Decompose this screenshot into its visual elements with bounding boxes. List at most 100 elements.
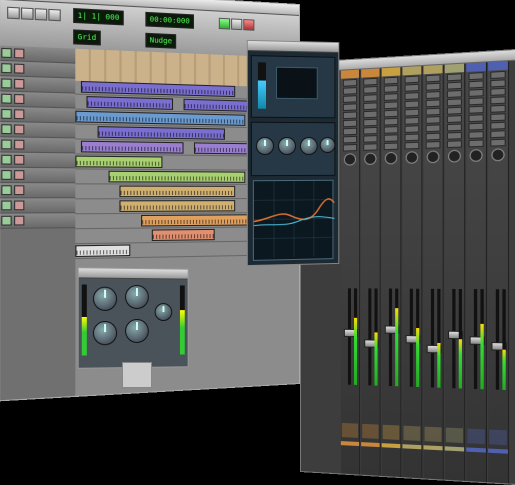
insert-slot[interactable] bbox=[490, 96, 506, 105]
pan-knob[interactable] bbox=[469, 148, 483, 163]
insert-slot[interactable] bbox=[468, 114, 484, 123]
gain-knob[interactable] bbox=[154, 303, 173, 321]
insert-slot[interactable] bbox=[446, 140, 462, 149]
attack-knob[interactable] bbox=[92, 321, 118, 346]
insert-slot[interactable] bbox=[425, 82, 441, 91]
track-header[interactable] bbox=[0, 106, 76, 124]
insert-slot[interactable] bbox=[425, 107, 441, 116]
insert-slot[interactable] bbox=[363, 135, 378, 143]
insert-slot[interactable] bbox=[446, 98, 462, 107]
solo-button[interactable] bbox=[1, 215, 12, 226]
track-nameplate[interactable] bbox=[467, 428, 485, 445]
pan-knob[interactable] bbox=[491, 148, 505, 162]
insert-slot[interactable] bbox=[468, 105, 484, 114]
insert-slot[interactable] bbox=[383, 142, 399, 151]
trim-tool-button[interactable] bbox=[20, 7, 34, 20]
mute-button[interactable] bbox=[14, 94, 25, 105]
audio-region[interactable] bbox=[141, 214, 256, 227]
insert-slot[interactable] bbox=[342, 95, 358, 103]
insert-slot[interactable] bbox=[446, 89, 462, 99]
grid-value[interactable]: Grid bbox=[73, 29, 101, 46]
insert-slot[interactable] bbox=[490, 70, 506, 80]
insert-slot[interactable] bbox=[342, 78, 358, 87]
insert-slot[interactable] bbox=[490, 87, 506, 96]
insert-slot[interactable] bbox=[342, 87, 358, 95]
solo-button[interactable] bbox=[1, 170, 12, 180]
track-nameplate[interactable] bbox=[382, 424, 400, 440]
mute-button[interactable] bbox=[14, 154, 25, 165]
mute-button[interactable] bbox=[14, 139, 25, 150]
audio-region[interactable] bbox=[80, 140, 184, 154]
insert-slot[interactable] bbox=[425, 74, 441, 83]
insert-slot[interactable] bbox=[425, 132, 441, 141]
track-nameplate[interactable] bbox=[424, 426, 442, 442]
insert-slot[interactable] bbox=[404, 83, 420, 92]
solo-button[interactable] bbox=[1, 185, 12, 196]
audio-region[interactable] bbox=[75, 155, 163, 168]
mute-button[interactable] bbox=[14, 215, 25, 226]
insert-slot[interactable] bbox=[404, 100, 420, 109]
ratio-knob[interactable] bbox=[125, 284, 149, 310]
dynamics-plugin-titlebar[interactable] bbox=[78, 268, 188, 280]
insert-slot[interactable] bbox=[342, 119, 358, 128]
insert-slot[interactable] bbox=[342, 127, 358, 136]
solo-button[interactable] bbox=[1, 124, 12, 135]
pan-knob[interactable] bbox=[384, 151, 398, 165]
audio-region[interactable] bbox=[108, 170, 246, 183]
grabber-tool-button[interactable] bbox=[48, 8, 61, 22]
insert-slot[interactable] bbox=[342, 135, 358, 144]
solo-button[interactable] bbox=[1, 108, 12, 119]
insert-slot[interactable] bbox=[404, 116, 420, 125]
insert-slot[interactable] bbox=[404, 75, 420, 84]
solo-button[interactable] bbox=[1, 47, 12, 59]
eq-plugin-titlebar[interactable] bbox=[247, 40, 339, 53]
track-nameplate[interactable] bbox=[445, 427, 464, 444]
insert-slot[interactable] bbox=[446, 73, 462, 82]
insert-slot[interactable] bbox=[363, 110, 378, 119]
insert-slot[interactable] bbox=[404, 125, 420, 134]
insert-slot[interactable] bbox=[363, 77, 378, 86]
track-header[interactable] bbox=[0, 91, 76, 109]
mute-button[interactable] bbox=[14, 78, 25, 89]
insert-slot[interactable] bbox=[468, 122, 484, 131]
solo-button[interactable] bbox=[1, 63, 12, 74]
eq-curve-graph[interactable] bbox=[253, 179, 334, 261]
insert-slot[interactable] bbox=[446, 131, 462, 140]
insert-slot[interactable] bbox=[404, 92, 420, 101]
pan-knob[interactable] bbox=[447, 149, 461, 163]
insert-slot[interactable] bbox=[404, 133, 420, 142]
solo-button[interactable] bbox=[1, 154, 12, 165]
insert-slot[interactable] bbox=[425, 141, 441, 149]
track-nameplate[interactable] bbox=[489, 429, 507, 446]
track-nameplate[interactable] bbox=[341, 422, 359, 438]
insert-slot[interactable] bbox=[383, 84, 399, 93]
track-header[interactable] bbox=[0, 167, 76, 184]
insert-slot[interactable] bbox=[383, 109, 399, 118]
track-header[interactable] bbox=[0, 213, 76, 229]
insert-slot[interactable] bbox=[446, 123, 462, 132]
mute-button[interactable] bbox=[14, 200, 25, 211]
release-knob[interactable] bbox=[125, 318, 149, 344]
insert-slot[interactable] bbox=[404, 141, 420, 150]
track-header[interactable] bbox=[0, 198, 76, 214]
insert-slot[interactable] bbox=[468, 139, 484, 148]
nudge-value[interactable]: Nudge bbox=[145, 32, 177, 49]
pan-knob[interactable] bbox=[405, 151, 419, 164]
audio-region[interactable] bbox=[75, 244, 131, 258]
track-header[interactable] bbox=[0, 121, 76, 139]
insert-slot[interactable] bbox=[468, 80, 484, 89]
audio-region[interactable] bbox=[183, 98, 256, 112]
audio-region[interactable] bbox=[97, 126, 225, 140]
play-button[interactable] bbox=[218, 17, 231, 30]
insert-slot[interactable] bbox=[383, 134, 399, 142]
insert-slot[interactable] bbox=[342, 143, 358, 152]
small-floating-window[interactable] bbox=[122, 362, 152, 388]
solo-button[interactable] bbox=[1, 93, 12, 104]
insert-slot[interactable] bbox=[383, 126, 399, 134]
insert-slot[interactable] bbox=[446, 115, 462, 124]
track-nameplate[interactable] bbox=[362, 423, 379, 439]
pan-knob[interactable] bbox=[426, 150, 440, 164]
insert-slot[interactable] bbox=[490, 121, 506, 130]
insert-slot[interactable] bbox=[383, 93, 399, 102]
eq-q-knob[interactable] bbox=[299, 137, 318, 155]
